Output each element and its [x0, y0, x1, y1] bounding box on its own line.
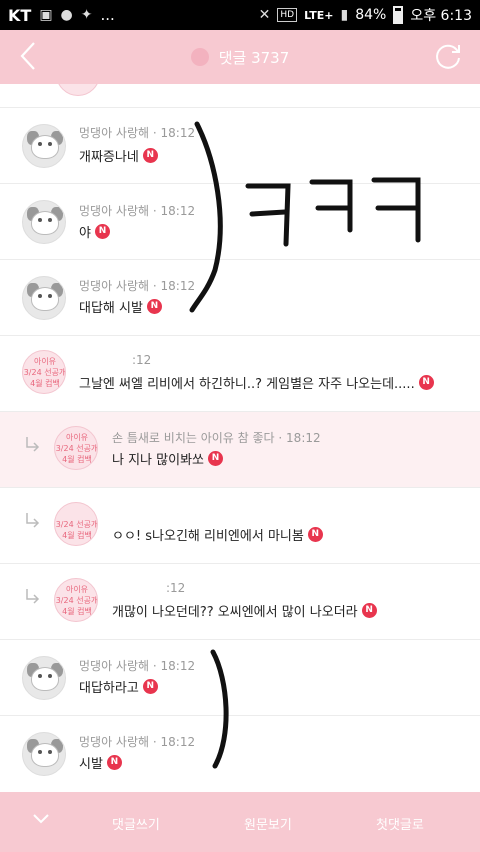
avatar[interactable]	[22, 276, 66, 320]
comment-author[interactable]: 멍댕아 사랑해 · 18:12	[79, 733, 195, 750]
comment-text: 그날엔 써엘 리비에서 하긴하니..? 게임별은 자주 나오는데..... N	[79, 373, 434, 392]
list-item[interactable]: 멍댕아 사랑해 · 18:12 대답해 시발 N	[0, 260, 480, 336]
reply-arrow-icon	[26, 437, 40, 452]
comment-author[interactable]: 멍댕아 사랑해 · 18:12	[79, 124, 195, 141]
view-original-button[interactable]: 원문보기	[244, 814, 292, 833]
more-notifications: ...	[100, 6, 115, 24]
reply-arrow-icon	[26, 513, 40, 528]
avatar[interactable]	[22, 656, 66, 700]
reply-item[interactable]: 아이유 3/24 선공개 4월 컴백 :12 개많이 나오던데?? 오씨엔에서 …	[0, 564, 480, 640]
new-badge: N	[142, 679, 158, 694]
refresh-button[interactable]	[432, 40, 464, 72]
comment-author[interactable]: 손 틈새로 비치는 아이유 참 좋다 · 18:12	[112, 429, 321, 446]
carrier-label: KT	[8, 5, 32, 25]
new-badge: N	[142, 148, 158, 163]
list-item[interactable]: 멍댕아 사랑해 · 18:12 야N	[0, 184, 480, 260]
clock: 오후 6:13	[410, 8, 472, 24]
network-label: LTE+	[304, 8, 334, 22]
comment-author[interactable]: 멍댕아 사랑해 · 18:12	[79, 277, 195, 294]
list-item[interactable]: 멍댕아 사랑해 · 18:12 개짜증나네 N	[0, 108, 480, 184]
avatar[interactable]: 아이유 3/24 선공개 4월 컴백	[54, 578, 98, 622]
avatar[interactable]	[22, 200, 66, 244]
avatar[interactable]	[22, 732, 66, 776]
avatar[interactable]: 3/24 선공개 4월 컴백	[54, 502, 98, 546]
comment-text: 나 지나 많이봐쏘 N	[112, 449, 223, 468]
comment-author[interactable]: 멍댕아 사랑해 · 18:12	[79, 202, 195, 219]
list-item[interactable]: 아이유 3/24 선공개 4월 컴백 :12 그날엔 써엘 리비에서 하긴하니.…	[0, 336, 480, 412]
refresh-icon	[436, 44, 460, 69]
comment-text: 대답하라고 N	[79, 677, 158, 696]
status-bar: KT ▣ ● ✦ ... ✕ HD LTE+ ▮ 84% 오후 6:13	[0, 0, 480, 30]
comment-text: 야N	[79, 222, 110, 241]
new-badge: N	[361, 603, 377, 618]
new-badge: N	[94, 224, 110, 239]
mute-icon: ✕	[258, 7, 271, 23]
new-badge: N	[106, 755, 122, 770]
page-title: 댓글 3737	[218, 48, 290, 67]
comment-author[interactable]: 멍댕아 사랑해 · 18:12	[79, 657, 195, 674]
new-badge: N	[418, 375, 434, 390]
battery-icon	[393, 6, 404, 24]
chevron-left-icon	[20, 42, 35, 70]
avatar[interactable]: 아이유 3/24 선공개 4월 컴백	[22, 350, 66, 394]
image-icon: ▣	[39, 7, 53, 23]
list-item[interactable]: 멍댕아 사랑해 · 18:12 대답하라고 N	[0, 640, 480, 716]
reply-item[interactable]: 3/24 선공개 4월 컴백 ㅇㅇ! s나오긴해 리비엔에서 마니봄 N	[0, 488, 480, 564]
write-comment-button[interactable]: 댓글쓰기	[112, 814, 160, 833]
hd-icon: HD	[277, 8, 298, 22]
comment-author[interactable]: :12	[166, 581, 185, 595]
new-badge: N	[146, 299, 162, 314]
talk-icon: ●	[60, 7, 73, 23]
app-header: 댓글 3737	[0, 30, 480, 84]
avatar	[56, 84, 100, 96]
list-item[interactable]: 멍댕아 사랑해 · 18:12 시발 N	[0, 716, 480, 792]
avatar[interactable]	[22, 124, 66, 168]
reply-item[interactable]: 아이유 3/24 선공개 4월 컴백 손 틈새로 비치는 아이유 참 좋다 · …	[0, 412, 480, 488]
list-item[interactable]	[0, 84, 480, 108]
signal-icon: ▮	[340, 7, 349, 23]
first-comment-button[interactable]: 첫댓글로	[376, 814, 424, 833]
comment-text: 개많이 나오던데?? 오씨엔에서 많이 나오더라 N	[112, 601, 377, 620]
reply-arrow-icon	[26, 589, 40, 604]
comment-author[interactable]: :12	[132, 353, 151, 367]
battery-percent: 84%	[355, 7, 387, 23]
comment-icon	[190, 48, 209, 66]
chevron-down-icon[interactable]	[32, 812, 50, 826]
comment-text: ㅇㅇ! s나오긴해 리비엔에서 마니봄 N	[112, 525, 323, 544]
comment-text: 대답해 시발 N	[79, 297, 162, 316]
new-badge: N	[208, 451, 223, 466]
twitter-icon: ✦	[80, 7, 93, 23]
comment-list[interactable]: 멍댕아 사랑해 · 18:12 개짜증나네 N 멍댕아 사랑해 · 18:12 야…	[0, 84, 480, 792]
comment-text: 개짜증나네 N	[79, 146, 158, 165]
bottom-toolbar: 댓글쓰기 원문보기 첫댓글로	[0, 792, 480, 852]
avatar[interactable]: 아이유 3/24 선공개 4월 컴백	[54, 426, 98, 470]
comment-text: 시발 N	[79, 753, 122, 772]
back-button[interactable]	[18, 40, 48, 74]
new-badge: N	[307, 527, 323, 542]
